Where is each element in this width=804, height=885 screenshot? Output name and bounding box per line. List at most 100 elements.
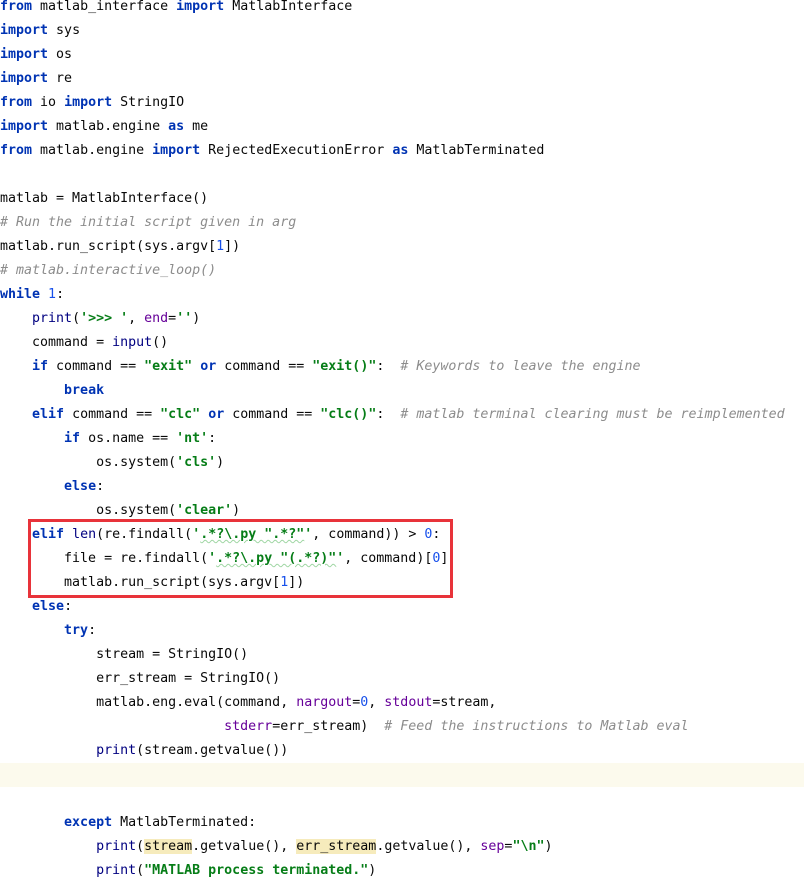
code-token: ) xyxy=(192,311,201,326)
code-token: 1 xyxy=(48,287,57,302)
code-token: =err_stream) xyxy=(272,719,385,734)
code-line[interactable]: matlab.run_script(sys.argv[1]) xyxy=(0,571,804,595)
code-token: "exit()" xyxy=(312,359,377,374)
code-line[interactable]: import re xyxy=(0,67,804,91)
code-token: len xyxy=(72,527,97,542)
code-token: # matlab terminal clearing must be reimp… xyxy=(400,407,785,422)
code-line[interactable]: os.system('cls') xyxy=(0,451,804,475)
code-line[interactable]: file = re.findall('.*?\.py "(.*?)"', com… xyxy=(0,547,804,571)
code-line[interactable]: print(stream.getvalue()) xyxy=(0,739,804,763)
code-token: MatlabTerminated: xyxy=(112,815,257,830)
code-token: : xyxy=(208,431,217,446)
code-line[interactable]: matlab.eng.eval(command, nargout=0, stdo… xyxy=(0,691,804,715)
code-token: import xyxy=(0,71,49,86)
code-token: '>>> ' xyxy=(80,311,129,326)
code-line[interactable]: if os.name == 'nt': xyxy=(0,427,804,451)
code-line[interactable]: else: xyxy=(0,475,804,499)
code-line[interactable]: from io import StringIO xyxy=(0,91,804,115)
code-line[interactable] xyxy=(0,163,804,187)
code-line[interactable]: elif len(re.findall('.*?\.py ".*?"', com… xyxy=(0,523,804,547)
code-token: matlab = MatlabInterface() xyxy=(0,191,209,206)
code-token: err_stream xyxy=(296,839,377,854)
code-token: ] xyxy=(440,551,449,566)
code-token: stream xyxy=(144,839,193,854)
code-token: command == xyxy=(224,407,321,422)
code-line[interactable]: break xyxy=(0,379,804,403)
code-token: re xyxy=(48,71,73,86)
code-token: , xyxy=(128,311,145,326)
code-line[interactable]: while 1: xyxy=(0,283,804,307)
code-token: ' xyxy=(208,551,217,566)
code-line[interactable] xyxy=(0,763,804,787)
code-token: print xyxy=(96,839,137,854)
code-line[interactable]: stderr=err_stream) # Feed the instructio… xyxy=(0,715,804,739)
code-line[interactable]: print(stream.getvalue(), err_stream.getv… xyxy=(0,835,804,859)
code-token: from xyxy=(0,95,33,110)
code-token: 'cls' xyxy=(176,455,217,470)
code-token: .*?\.py ".*?" xyxy=(200,527,305,542)
code-line[interactable]: try: xyxy=(0,619,804,643)
code-line[interactable]: import sys xyxy=(0,19,804,43)
code-line[interactable]: except MatlabTerminated: xyxy=(0,811,804,835)
code-token: file = re.findall( xyxy=(0,551,209,566)
code-token: print xyxy=(32,311,73,326)
code-line[interactable]: matlab.run_script(sys.argv[1]) xyxy=(0,235,804,259)
code-line[interactable]: # matlab.interactive_loop() xyxy=(0,259,804,283)
code-token: # Keywords to leave the engine xyxy=(400,359,641,374)
code-token: command == xyxy=(48,359,145,374)
code-line[interactable]: from matlab.engine import RejectedExecut… xyxy=(0,139,804,163)
code-token: else xyxy=(64,479,97,494)
code-token: command == xyxy=(216,359,313,374)
code-line[interactable]: matlab = MatlabInterface() xyxy=(0,187,804,211)
code-line[interactable]: os.system('clear') xyxy=(0,499,804,523)
code-token: : xyxy=(88,623,97,638)
code-token: : xyxy=(64,599,73,614)
code-line[interactable]: command = input() xyxy=(0,331,804,355)
code-token: from xyxy=(0,143,33,158)
code-line[interactable]: print('>>> ', end='') xyxy=(0,307,804,331)
code-line[interactable]: # Run the initial script given in arg xyxy=(0,211,804,235)
code-token: matlab.engine xyxy=(32,143,153,158)
code-token: , command)[ xyxy=(344,551,433,566)
code-token: "clc" xyxy=(160,407,201,422)
code-line[interactable] xyxy=(0,787,804,811)
code-token: or xyxy=(200,359,217,374)
code-token: 'nt' xyxy=(176,431,209,446)
code-line[interactable]: else: xyxy=(0,595,804,619)
code-line[interactable]: print("MATLAB process terminated.") xyxy=(0,859,804,883)
code-token: stderr xyxy=(224,719,273,734)
code-token: ]) xyxy=(224,239,241,254)
code-token: import xyxy=(0,47,49,62)
code-line[interactable]: if command == "exit" or command == "exit… xyxy=(0,355,804,379)
code-token: '' xyxy=(176,311,193,326)
code-line[interactable]: stream = StringIO() xyxy=(0,643,804,667)
code-line[interactable]: import os xyxy=(0,43,804,67)
code-line[interactable]: from matlab_interface import MatlabInter… xyxy=(0,0,804,19)
code-token: as xyxy=(392,143,409,158)
code-line[interactable]: import matlab.engine as me xyxy=(0,115,804,139)
code-token: ( xyxy=(72,311,81,326)
code-token: import xyxy=(0,23,49,38)
code-token: ) xyxy=(216,455,225,470)
code-token: sep xyxy=(480,839,505,854)
code-line[interactable]: err_stream = StringIO() xyxy=(0,667,804,691)
code-token: : xyxy=(96,479,105,494)
code-token: "\n" xyxy=(512,839,545,854)
code-token: MatlabTerminated xyxy=(408,143,545,158)
code-token: # matlab.interactive_loop() xyxy=(0,263,217,278)
code-token: : xyxy=(376,407,401,422)
code-token: if xyxy=(32,359,49,374)
code-line[interactable]: elif command == "clc" or command == "clc… xyxy=(0,403,804,427)
code-token: 1 xyxy=(216,239,225,254)
code-token: command = xyxy=(0,335,113,350)
code-editor[interactable]: print("Restarting MATLAB Engine for Pyth… xyxy=(0,0,804,885)
code-token: stdout xyxy=(384,695,433,710)
